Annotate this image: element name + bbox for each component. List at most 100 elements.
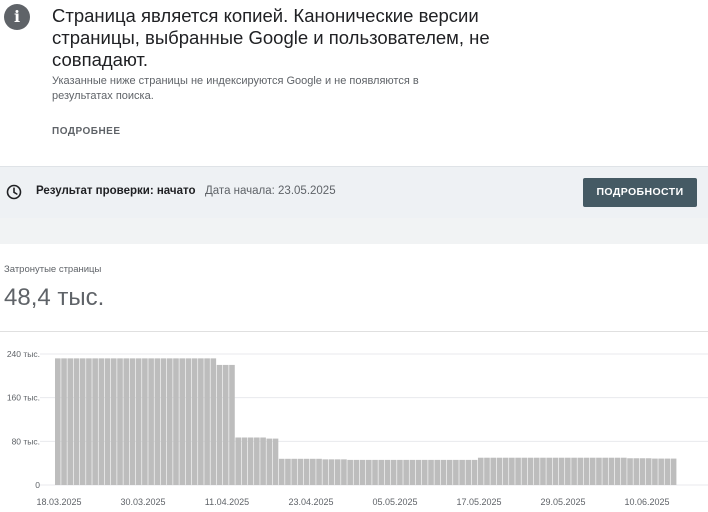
chart-bar[interactable] — [645, 458, 652, 485]
chart-bar[interactable] — [440, 459, 447, 485]
chart-bar[interactable] — [384, 459, 391, 485]
chart-bar[interactable] — [415, 459, 422, 485]
chart-bar[interactable] — [627, 458, 633, 485]
chart-bar[interactable] — [359, 459, 366, 485]
chart-bar[interactable] — [191, 358, 198, 485]
chart-bar[interactable] — [154, 358, 161, 485]
chart-bar[interactable] — [565, 457, 571, 485]
chart-bar[interactable] — [434, 459, 441, 485]
chart-bar[interactable] — [602, 457, 608, 485]
chart-bar[interactable] — [589, 457, 596, 485]
chart-bar[interactable] — [596, 457, 602, 485]
chart-bar[interactable] — [254, 437, 260, 485]
chart-bar[interactable] — [546, 457, 552, 485]
chart-bar[interactable] — [216, 364, 223, 485]
chart-bar[interactable] — [540, 457, 546, 485]
chart-bar[interactable] — [92, 358, 98, 485]
chart-bar[interactable] — [166, 358, 173, 485]
chart-bar[interactable] — [608, 457, 615, 485]
chart-bar[interactable] — [173, 358, 179, 485]
chart-bar[interactable] — [229, 364, 235, 485]
chart-bar[interactable] — [303, 458, 310, 485]
chart-bar[interactable] — [652, 458, 658, 485]
chart-bar[interactable] — [490, 457, 497, 485]
chart-bar[interactable] — [527, 457, 534, 485]
chart-bar[interactable] — [86, 358, 92, 485]
chart-bar[interactable] — [397, 459, 403, 485]
chart-bar[interactable] — [403, 459, 409, 485]
chart-bar[interactable] — [328, 459, 335, 485]
chart-bar[interactable] — [471, 459, 478, 485]
chart-bar[interactable] — [484, 457, 490, 485]
chart-bar[interactable] — [577, 457, 584, 485]
chart-bar[interactable] — [204, 358, 210, 485]
chart-bar[interactable] — [378, 459, 385, 485]
chart-bar[interactable] — [123, 358, 130, 485]
chart-bar[interactable] — [322, 459, 329, 485]
chart-bar[interactable] — [459, 459, 465, 485]
chart-bar[interactable] — [98, 358, 105, 485]
chart-bar[interactable] — [347, 459, 353, 485]
chart-bar[interactable] — [278, 458, 285, 485]
chart-bar[interactable] — [571, 457, 577, 485]
chart-bar[interactable] — [658, 458, 664, 485]
chart-bar[interactable] — [260, 437, 266, 485]
chart-bar[interactable] — [247, 437, 254, 485]
chart-bar[interactable] — [552, 457, 559, 485]
chart-bar[interactable] — [639, 458, 646, 485]
learn-more-link[interactable]: ПОДРОБНЕЕ — [52, 126, 121, 137]
chart-bar[interactable] — [533, 457, 540, 485]
chart-bar[interactable] — [633, 458, 640, 485]
chart-bar[interactable] — [390, 459, 397, 485]
chart-bar[interactable] — [73, 358, 80, 485]
chart-bar[interactable] — [502, 457, 509, 485]
chart-bar[interactable] — [496, 457, 503, 485]
chart-bar[interactable] — [521, 457, 528, 485]
chart-bar[interactable] — [621, 457, 627, 485]
chart-bar[interactable] — [421, 459, 428, 485]
chart-bar[interactable] — [366, 459, 372, 485]
chart-bar[interactable] — [210, 358, 217, 485]
chart-bar[interactable] — [185, 358, 192, 485]
chart-bar[interactable] — [235, 437, 241, 485]
chart-bar[interactable] — [148, 358, 154, 485]
chart-bar[interactable] — [477, 457, 484, 485]
chart-bar[interactable] — [104, 358, 111, 485]
chart-bar[interactable] — [297, 458, 304, 485]
chart-bar[interactable] — [117, 358, 123, 485]
chart-bar[interactable] — [446, 459, 453, 485]
chart-bar[interactable] — [316, 458, 322, 485]
chart-bar[interactable] — [465, 459, 472, 485]
chart-bar[interactable] — [110, 358, 117, 485]
chart-bar[interactable] — [241, 437, 248, 485]
chart-bar[interactable] — [142, 358, 148, 485]
chart-bar[interactable] — [409, 459, 416, 485]
chart-bar[interactable] — [310, 458, 316, 485]
chart-bar[interactable] — [198, 358, 204, 485]
chart-bar[interactable] — [135, 358, 142, 485]
chart-bar[interactable] — [453, 459, 459, 485]
chart-bar[interactable] — [222, 364, 229, 485]
chart-bar[interactable] — [129, 358, 136, 485]
chart-bar[interactable] — [272, 438, 279, 485]
chart-bar[interactable] — [179, 358, 186, 485]
chart-bar[interactable] — [670, 458, 677, 485]
chart-bar[interactable] — [372, 459, 378, 485]
chart-bar[interactable] — [79, 358, 86, 485]
chart-bar[interactable] — [664, 458, 671, 485]
chart-bar[interactable] — [353, 459, 360, 485]
details-button[interactable]: ПОДРОБНОСТИ — [583, 178, 697, 207]
chart-bar[interactable] — [428, 459, 434, 485]
chart-bar[interactable] — [515, 457, 521, 485]
chart-bar[interactable] — [341, 459, 347, 485]
chart-bar[interactable] — [266, 438, 273, 485]
chart-bar[interactable] — [614, 457, 621, 485]
chart-bar[interactable] — [291, 458, 297, 485]
chart-bar[interactable] — [334, 459, 341, 485]
chart-bar[interactable] — [558, 457, 565, 485]
chart-bar[interactable] — [55, 358, 61, 485]
chart-bar[interactable] — [285, 458, 291, 485]
chart-bar[interactable] — [61, 358, 67, 485]
chart-bar[interactable] — [160, 358, 167, 485]
chart-bar[interactable] — [583, 457, 590, 485]
